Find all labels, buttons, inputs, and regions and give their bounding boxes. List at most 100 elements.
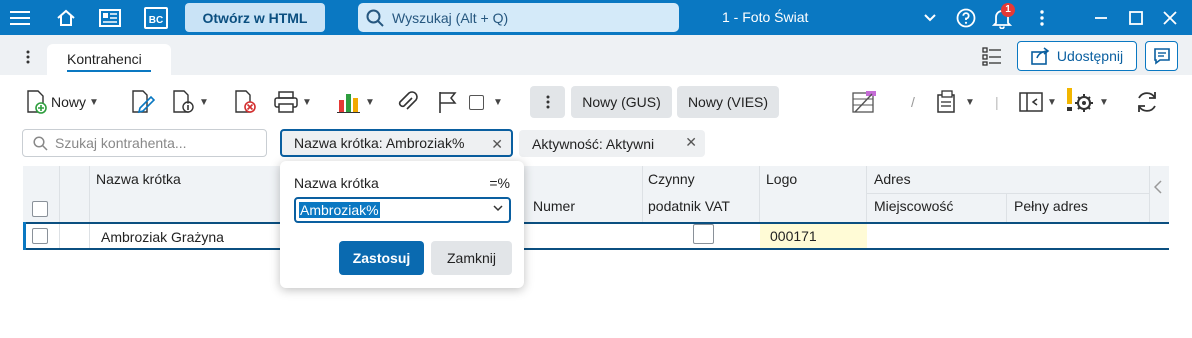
- grid-header: [23, 166, 1169, 222]
- tab-kontrahenci-label: Kontrahenci: [67, 51, 142, 67]
- column-header-address: Adres: [874, 171, 911, 187]
- select-all-checkbox[interactable]: [32, 201, 48, 217]
- chevron-down-icon[interactable]: [493, 205, 503, 212]
- bar-chart-icon: [337, 94, 360, 113]
- close-window-icon[interactable]: [1156, 4, 1184, 32]
- more-vertical-icon[interactable]: [1028, 4, 1056, 32]
- chevron-down-icon[interactable]: ▼: [965, 97, 975, 108]
- edit-button[interactable]: [131, 88, 155, 116]
- remove-filter-icon[interactable]: ✕: [491, 136, 503, 153]
- new-button[interactable]: Nowy ▼: [26, 88, 99, 116]
- chevron-down-icon[interactable]: ▼: [365, 97, 375, 108]
- column-header-vat-line2[interactable]: podatnik VAT: [648, 198, 730, 214]
- flag-button[interactable]: [436, 88, 458, 116]
- close-button[interactable]: Zamknij: [431, 241, 512, 275]
- filter-operator[interactable]: =%: [489, 175, 510, 191]
- toolbar-separator: |: [995, 94, 999, 110]
- column-header-short-name[interactable]: Nazwa krótka: [96, 171, 181, 187]
- contractor-search-input[interactable]: Szukaj kontrahenta...: [22, 129, 267, 157]
- new-gus-button[interactable]: Nowy (GUS): [571, 86, 672, 118]
- notification-badge: 1: [1001, 3, 1015, 17]
- bc-icon[interactable]: BC: [142, 4, 170, 32]
- paperclip-icon: [398, 91, 418, 110]
- filter-chip-activity[interactable]: Aktywność: Aktywni ✕: [519, 130, 705, 157]
- remove-filter-icon[interactable]: ✕: [685, 134, 697, 151]
- print-button[interactable]: ▼: [273, 88, 312, 116]
- bc-label: BC: [144, 7, 168, 29]
- selection-checkbox-button[interactable]: ▼: [469, 88, 503, 116]
- cell-logo[interactable]: 000171: [760, 224, 867, 248]
- settings-button[interactable]: ▼: [1066, 88, 1109, 116]
- contractor-search-placeholder: Szukaj kontrahenta...: [55, 135, 187, 151]
- hamburger-menu-icon[interactable]: [6, 4, 34, 32]
- help-icon[interactable]: [952, 4, 980, 32]
- filter-grid-icon: [852, 91, 876, 113]
- search-icon: [366, 9, 384, 27]
- share-label: Udostępnij: [1056, 48, 1124, 64]
- open-html-button[interactable]: Otwórz w HTML: [185, 3, 325, 32]
- export-document-icon: [937, 90, 955, 113]
- more-actions-button[interactable]: [530, 86, 565, 118]
- clear-filter-button[interactable]: [852, 88, 878, 116]
- document-info-icon: [173, 90, 194, 113]
- more-vertical-icon: [546, 95, 549, 109]
- list-view-icon[interactable]: [978, 42, 1006, 70]
- company-title: 1 - Foto Świat: [722, 9, 809, 25]
- tab-kontrahenci[interactable]: Kontrahenci: [47, 44, 171, 75]
- filter-popup: Nazwa krótka =% Ambroziak% Zastosuj Zamk…: [280, 161, 524, 288]
- apply-button[interactable]: Zastosuj: [339, 241, 424, 275]
- row-focus-marker: [23, 222, 26, 250]
- share-icon: [1031, 47, 1050, 65]
- vat-active-checkbox[interactable]: [693, 224, 714, 244]
- columns-layout-icon: [1019, 92, 1043, 112]
- filter-chip-short-name-label: Nazwa krótka: Ambroziak%: [294, 135, 465, 151]
- column-header-vat-line1[interactable]: Czynny: [648, 171, 695, 187]
- settings-gear-icon: [1067, 88, 1093, 112]
- export-button[interactable]: ▼: [936, 88, 975, 116]
- global-search-placeholder: Wyszukaj (Alt + Q): [392, 9, 509, 26]
- tab-active-indicator: [67, 70, 151, 72]
- chevron-down-icon[interactable]: ▼: [1047, 97, 1057, 108]
- column-header-number[interactable]: Numer: [533, 198, 575, 214]
- refresh-icon: [1138, 92, 1156, 112]
- column-header-full-address[interactable]: Pełny adres: [1014, 198, 1088, 214]
- home-icon[interactable]: [52, 4, 80, 32]
- chevron-down-icon[interactable]: ▼: [493, 97, 503, 108]
- columns-button[interactable]: ▼: [1018, 88, 1057, 116]
- tab-menu-icon[interactable]: [14, 43, 42, 71]
- delete-button[interactable]: [234, 88, 258, 116]
- filter-chip-short-name[interactable]: Nazwa krótka: Ambroziak% ✕: [280, 129, 513, 157]
- global-search-input[interactable]: Wyszukaj (Alt + Q): [358, 3, 679, 32]
- checkbox-icon: [469, 94, 484, 110]
- refresh-button[interactable]: [1134, 88, 1160, 116]
- maximize-icon[interactable]: [1122, 4, 1150, 32]
- app-header: BC Otwórz w HTML Wyszukaj (Alt + Q) 1 - …: [0, 0, 1192, 35]
- printer-icon: [274, 91, 298, 113]
- row-checkbox[interactable]: [32, 228, 48, 244]
- document-list-icon[interactable]: [96, 4, 124, 32]
- share-button[interactable]: Udostępnij: [1017, 41, 1137, 71]
- new-label: Nowy: [51, 94, 87, 110]
- cell-short-name[interactable]: Ambroziak Grażyna: [101, 229, 224, 245]
- filter-value-input[interactable]: Ambroziak%: [294, 197, 511, 223]
- chevron-down-icon[interactable]: ▼: [89, 97, 99, 108]
- minimize-icon[interactable]: [1087, 4, 1115, 32]
- column-header-logo[interactable]: Logo: [766, 171, 797, 187]
- attach-button[interactable]: [396, 88, 418, 116]
- flag-icon: [439, 92, 457, 113]
- tab-bar: Kontrahenci Udostępnij: [0, 35, 1192, 75]
- company-dropdown-icon[interactable]: [916, 4, 944, 32]
- scroll-right-icon[interactable]: [1153, 180, 1162, 197]
- new-vies-button[interactable]: Nowy (VIES): [677, 86, 779, 118]
- new-document-icon: [27, 90, 47, 114]
- chart-button[interactable]: ▼: [336, 88, 375, 116]
- search-icon: [33, 135, 48, 151]
- chevron-down-icon[interactable]: ▼: [1099, 97, 1109, 108]
- info-button[interactable]: ▼: [172, 88, 209, 116]
- toolbar-separator: /: [911, 94, 915, 110]
- chevron-down-icon[interactable]: ▼: [199, 97, 209, 108]
- chat-button[interactable]: [1145, 41, 1178, 71]
- chevron-down-icon[interactable]: ▼: [302, 97, 312, 108]
- column-header-city[interactable]: Miejscowość: [874, 198, 953, 214]
- filter-field-label: Nazwa krótka: [294, 175, 379, 191]
